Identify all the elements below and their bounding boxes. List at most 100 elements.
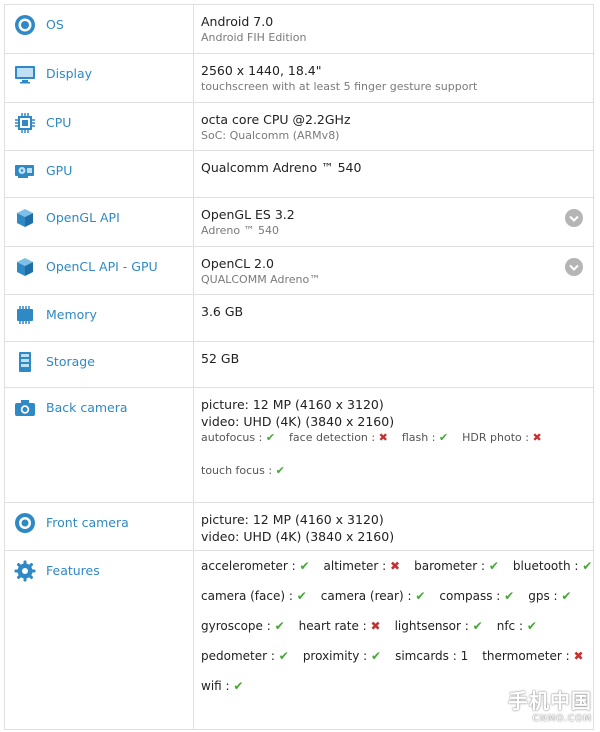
- front-camera-icon: [15, 513, 35, 533]
- feature-accelerometer: accelerometer :: [201, 559, 296, 573]
- feature-proximity: proximity :: [302, 649, 368, 663]
- feature-gyroscope: gyroscope :: [201, 619, 271, 633]
- label-cell: Storage: [5, 342, 194, 387]
- watermark-en: CNMO.COM: [532, 714, 592, 724]
- value-cell: octa core CPU @2.2GHz SoC: Qualcomm (ARM…: [194, 103, 593, 150]
- gear-icon: [14, 560, 36, 582]
- check-icon: ✔: [438, 431, 449, 444]
- feature-flash: flash :: [401, 431, 436, 444]
- row-memory: Memory 3.6 GB: [5, 295, 593, 342]
- cross-icon: ✖: [532, 431, 542, 444]
- check-icon: ✔: [299, 559, 310, 573]
- cross-icon: ✖: [390, 559, 401, 573]
- feature-item: thermometer : ✖: [482, 649, 583, 663]
- os-icon: [15, 15, 35, 35]
- check-icon: ✔: [275, 464, 285, 477]
- opencl-label: OpenCL API - GPU: [46, 259, 158, 274]
- opencl-renderer: QUALCOMM Adreno™: [201, 273, 321, 286]
- feature-item: lightsensor : ✔: [395, 619, 483, 633]
- memory-icon: [17, 306, 33, 324]
- label-cell: CPU: [5, 103, 194, 150]
- label-cell: OpenCL API - GPU: [5, 247, 194, 294]
- value-cell: OpenCL 2.0 QUALCOMM Adreno™: [194, 247, 593, 294]
- label-cell: OpenGL API: [5, 198, 194, 246]
- check-icon: ✔: [582, 559, 593, 573]
- features-line-1: accelerometer : ✔ altimeter : ✖ baromete…: [201, 559, 600, 573]
- feature-item: gyroscope : ✔: [201, 619, 285, 633]
- label-cell: Front camera: [5, 503, 194, 550]
- feature-camera-rear: camera (rear) :: [320, 589, 412, 603]
- back-camera-features-2: touch focus : ✔: [201, 463, 593, 479]
- expand-button[interactable]: [565, 209, 583, 227]
- feature-barometer: barometer :: [414, 559, 486, 573]
- watermark-text: 手机中国 CNMO.COM: [508, 685, 592, 724]
- check-icon: ✔: [278, 649, 289, 663]
- check-icon: ✔: [371, 649, 382, 663]
- value-cell: picture: 12 MP (4160 x 3120) video: UHD …: [194, 388, 593, 502]
- back-camera-video: video: UHD (4K) (3840 x 2160): [201, 414, 395, 429]
- feature-item: wifi : ✔: [201, 679, 243, 693]
- feature-item: proximity : ✔: [303, 649, 381, 663]
- feature-item: nfc : ✔: [497, 619, 537, 633]
- feature-autofocus: autofocus :: [201, 431, 263, 444]
- row-features: Features accelerometer : ✔ altimeter : ✖…: [5, 551, 593, 730]
- row-opengl: OpenGL API OpenGL ES 3.2 Adreno ™ 540: [5, 198, 593, 247]
- opengl-label: OpenGL API: [46, 210, 120, 225]
- chevron-down-icon: [569, 215, 579, 222]
- cpu-chip-icon: [15, 113, 35, 133]
- feature-item: accelerometer : ✔: [201, 559, 310, 573]
- label-cell: OS: [5, 5, 194, 53]
- check-icon: ✔: [472, 619, 483, 633]
- check-icon: ✔: [488, 559, 499, 573]
- feature-item: gps : ✔: [528, 589, 571, 603]
- feature-face-detection: face detection :: [289, 431, 376, 444]
- feature-heart-rate: heart rate :: [298, 619, 367, 633]
- value-cell: Android 7.0 Android FIH Edition: [194, 5, 593, 53]
- value-cell: Qualcomm Adreno ™ 540: [194, 151, 593, 197]
- chevron-down-icon: [569, 264, 579, 271]
- feature-compass: compass :: [439, 589, 501, 603]
- opencl-version: OpenCL 2.0: [201, 256, 274, 271]
- feature-thermometer: thermometer :: [482, 649, 570, 663]
- opengl-version: OpenGL ES 3.2: [201, 207, 295, 222]
- feature-item: pedometer : ✔: [201, 649, 289, 663]
- feature-simcards: simcards : 1: [395, 649, 469, 663]
- feature-touch-focus: touch focus :: [201, 464, 273, 477]
- cross-icon: ✖: [370, 619, 381, 633]
- row-opencl: OpenCL API - GPU OpenCL 2.0 QUALCOMM Adr…: [5, 247, 593, 295]
- feature-item: camera (rear) : ✔: [321, 589, 426, 603]
- storage-label: Storage: [46, 354, 95, 369]
- row-storage: Storage 52 GB: [5, 342, 593, 388]
- cpu-soc: SoC: Qualcomm (ARMv8): [201, 129, 340, 142]
- features-line-3: gyroscope : ✔ heart rate : ✖ lightsensor…: [201, 619, 600, 633]
- feature-wifi: wifi :: [201, 679, 230, 693]
- storage-size: 52 GB: [201, 351, 240, 366]
- display-touch: touchscreen with at least 5 finger gestu…: [201, 80, 478, 93]
- os-version: Android 7.0: [201, 14, 274, 29]
- front-camera-label: Front camera: [46, 515, 129, 530]
- display-resolution: 2560 x 1440, 18.4": [201, 63, 322, 78]
- features-line-2: camera (face) : ✔ camera (rear) : ✔ comp…: [201, 589, 600, 603]
- spec-table: OS Android 7.0 Android FIH Edition Displ…: [4, 4, 594, 730]
- feature-bluetooth: bluetooth :: [512, 559, 579, 573]
- os-label: OS: [46, 17, 64, 32]
- front-camera-video: video: UHD (4K) (3840 x 2160): [201, 529, 395, 544]
- feature-item: barometer : ✔: [414, 559, 499, 573]
- opengl-renderer: Adreno ™ 540: [201, 224, 280, 237]
- feature-pedometer: pedometer :: [201, 649, 275, 663]
- cross-icon: ✖: [378, 431, 388, 444]
- watermark: 手机中国 CNMO.COM: [508, 685, 592, 724]
- gpu-label: GPU: [46, 163, 73, 178]
- feature-hdr-photo: HDR photo :: [462, 431, 529, 444]
- storage-icon: [19, 352, 31, 372]
- check-icon: ✔: [561, 589, 572, 603]
- feature-item: heart rate : ✖: [299, 619, 381, 633]
- monitor-icon: [15, 66, 35, 84]
- gpu-model: Qualcomm Adreno ™ 540: [201, 160, 362, 175]
- back-camera-features: autofocus : ✔ face detection : ✖ flash :…: [201, 430, 593, 446]
- label-cell: Memory: [5, 295, 194, 341]
- row-back-camera: Back camera picture: 12 MP (4160 x 3120)…: [5, 388, 593, 503]
- check-icon: ✔: [504, 589, 515, 603]
- expand-button[interactable]: [565, 258, 583, 276]
- cube-icon: [17, 258, 33, 276]
